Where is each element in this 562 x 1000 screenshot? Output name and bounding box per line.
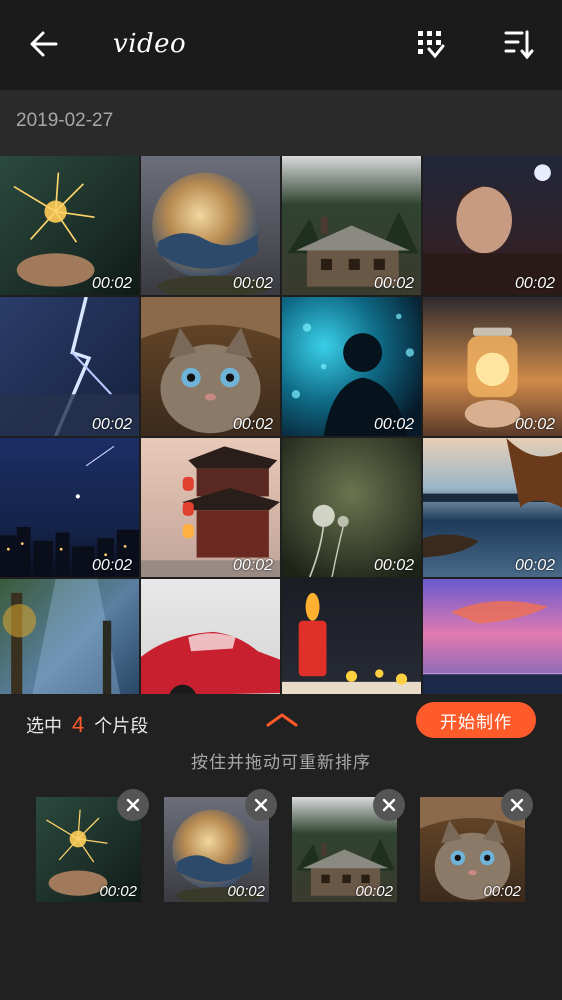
- video-tile[interactable]: 00:02: [141, 297, 280, 436]
- remove-clip-button[interactable]: [117, 789, 149, 821]
- video-tile[interactable]: 00:02: [141, 156, 280, 295]
- duration-label: 00:02: [514, 557, 555, 574]
- selection-panel: 选中 4 个片段 开始制作 按住并拖动可重新排序 00:02 00:02 00:…: [0, 694, 562, 1000]
- duration-label: 00:02: [483, 883, 521, 900]
- video-tile[interactable]: 00:02: [423, 438, 562, 577]
- arrow-left-icon[interactable]: [26, 26, 62, 62]
- duration-label: 00:02: [373, 557, 414, 574]
- video-tile[interactable]: [141, 579, 280, 694]
- video-tile[interactable]: 00:02: [423, 297, 562, 436]
- duration-label: 00:02: [91, 416, 132, 433]
- selection-count-number: 4: [72, 712, 85, 737]
- multi-select-icon[interactable]: [412, 26, 448, 62]
- selected-clip[interactable]: 00:02: [292, 789, 405, 902]
- video-tile[interactable]: 00:02: [0, 297, 139, 436]
- video-grid: 00:02 00:02 00:02 00:02 00:02 00:02 00:0…: [0, 156, 562, 694]
- duration-label: 00:02: [373, 275, 414, 292]
- remove-clip-button[interactable]: [501, 789, 533, 821]
- duration-label: 00:02: [514, 416, 555, 433]
- chevron-up-icon[interactable]: [264, 710, 300, 728]
- remove-clip-button[interactable]: [373, 789, 405, 821]
- close-icon: [254, 798, 268, 812]
- video-thumbnail: [423, 579, 562, 694]
- video-tile[interactable]: 00:02: [282, 438, 421, 577]
- duration-label: 00:02: [355, 883, 393, 900]
- page-title: video: [113, 29, 187, 59]
- video-tile[interactable]: 00:02: [0, 438, 139, 577]
- video-tile[interactable]: 00:02: [282, 156, 421, 295]
- video-tile[interactable]: [282, 579, 421, 694]
- close-icon: [510, 798, 524, 812]
- date-label: 2019-02-27: [16, 110, 114, 131]
- duration-label: 00:02: [514, 275, 555, 292]
- duration-label: 00:02: [91, 275, 132, 292]
- start-creating-button[interactable]: 开始制作: [416, 702, 536, 738]
- selected-clip[interactable]: 00:02: [164, 789, 277, 902]
- video-tile[interactable]: 00:02: [282, 297, 421, 436]
- video-tile[interactable]: 00:02: [141, 438, 280, 577]
- duration-label: 00:02: [227, 883, 265, 900]
- reorder-hint: 按住并拖动可重新排序: [191, 753, 371, 773]
- duration-label: 00:02: [232, 557, 273, 574]
- video-tile[interactable]: 00:02: [423, 156, 562, 295]
- remove-clip-button[interactable]: [245, 789, 277, 821]
- video-thumbnail: [141, 579, 280, 694]
- video-thumbnail: [0, 579, 139, 694]
- duration-label: 00:02: [91, 557, 132, 574]
- close-icon: [126, 798, 140, 812]
- close-icon: [382, 798, 396, 812]
- video-tile[interactable]: [0, 579, 139, 694]
- duration-label: 00:02: [373, 416, 414, 433]
- selection-prefix: 选中: [26, 716, 62, 737]
- selected-clip[interactable]: 00:02: [420, 789, 533, 902]
- duration-label: 00:02: [99, 883, 137, 900]
- selection-suffix: 个片段: [94, 716, 149, 737]
- app-header: video: [0, 0, 562, 90]
- video-thumbnail: [282, 579, 421, 694]
- duration-label: 00:02: [232, 416, 273, 433]
- selection-count: 选中 4 个片段: [26, 712, 148, 738]
- video-tile[interactable]: 00:02: [0, 156, 139, 295]
- date-header: 2019-02-27: [0, 90, 562, 156]
- selected-clip[interactable]: 00:02: [36, 789, 149, 902]
- video-tile[interactable]: [423, 579, 562, 694]
- sort-icon[interactable]: [500, 26, 536, 62]
- duration-label: 00:02: [232, 275, 273, 292]
